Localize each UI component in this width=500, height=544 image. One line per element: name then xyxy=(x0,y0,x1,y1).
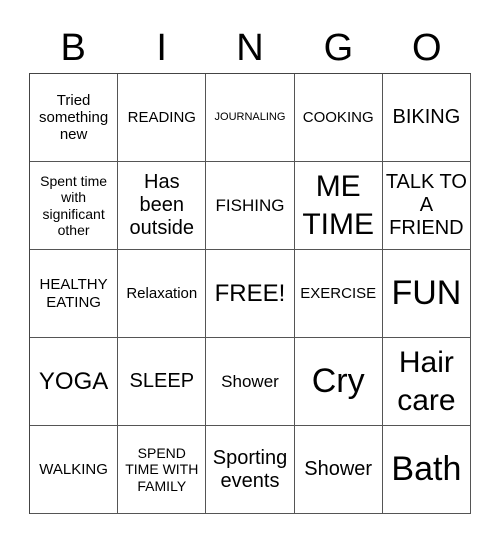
bingo-cell[interactable]: Tried something new xyxy=(30,74,119,162)
bingo-cell[interactable]: FISHING xyxy=(206,162,295,250)
header-letter-o: O xyxy=(412,27,442,69)
header-letter-g: G xyxy=(323,27,354,69)
bingo-cell[interactable]: Spent time with significant other xyxy=(30,162,119,250)
bingo-cell[interactable]: ME TIME xyxy=(294,162,383,250)
bingo-cell[interactable]: JOURNALING xyxy=(206,74,295,162)
bingo-cell[interactable]: Has been outside xyxy=(118,162,207,250)
bingo-cell[interactable]: Cry xyxy=(294,338,383,426)
bingo-cell[interactable]: FREE! xyxy=(206,250,295,338)
bingo-cell[interactable]: SLEEP xyxy=(118,338,207,426)
bingo-cell[interactable]: Relaxation xyxy=(118,250,207,338)
bingo-cell[interactable]: SPEND TIME WITH FAMILY xyxy=(118,426,207,514)
bingo-cell[interactable]: Bath xyxy=(382,426,471,514)
header-letter-i: I xyxy=(156,27,167,69)
bingo-cell[interactable]: EXERCISE xyxy=(294,250,383,338)
bingo-cell[interactable]: YOGA xyxy=(30,338,119,426)
bingo-cell[interactable]: Sporting events xyxy=(206,426,295,514)
header-letter-n: N xyxy=(236,27,264,69)
bingo-cell[interactable]: Hair care xyxy=(382,338,471,426)
bingo-cell[interactable]: TALK TO A FRIEND xyxy=(382,162,471,250)
bingo-cell[interactable]: Shower xyxy=(206,338,295,426)
bingo-cell[interactable]: FUN xyxy=(382,250,471,338)
bingo-cell[interactable]: READING xyxy=(118,74,207,162)
bingo-board: Tried something new READING JOURNALING COOK… xyxy=(29,73,471,514)
header-letter-b: B xyxy=(60,27,86,69)
bingo-cell[interactable]: BIKING xyxy=(382,74,471,162)
bingo-cell[interactable]: HEALTHY EATING xyxy=(30,250,119,338)
bingo-cell[interactable]: Shower xyxy=(294,426,383,514)
bingo-cell[interactable]: WALKING xyxy=(30,426,119,514)
bingo-header: B I N G O xyxy=(29,22,471,74)
bingo-cell[interactable]: COOKING xyxy=(294,74,383,162)
